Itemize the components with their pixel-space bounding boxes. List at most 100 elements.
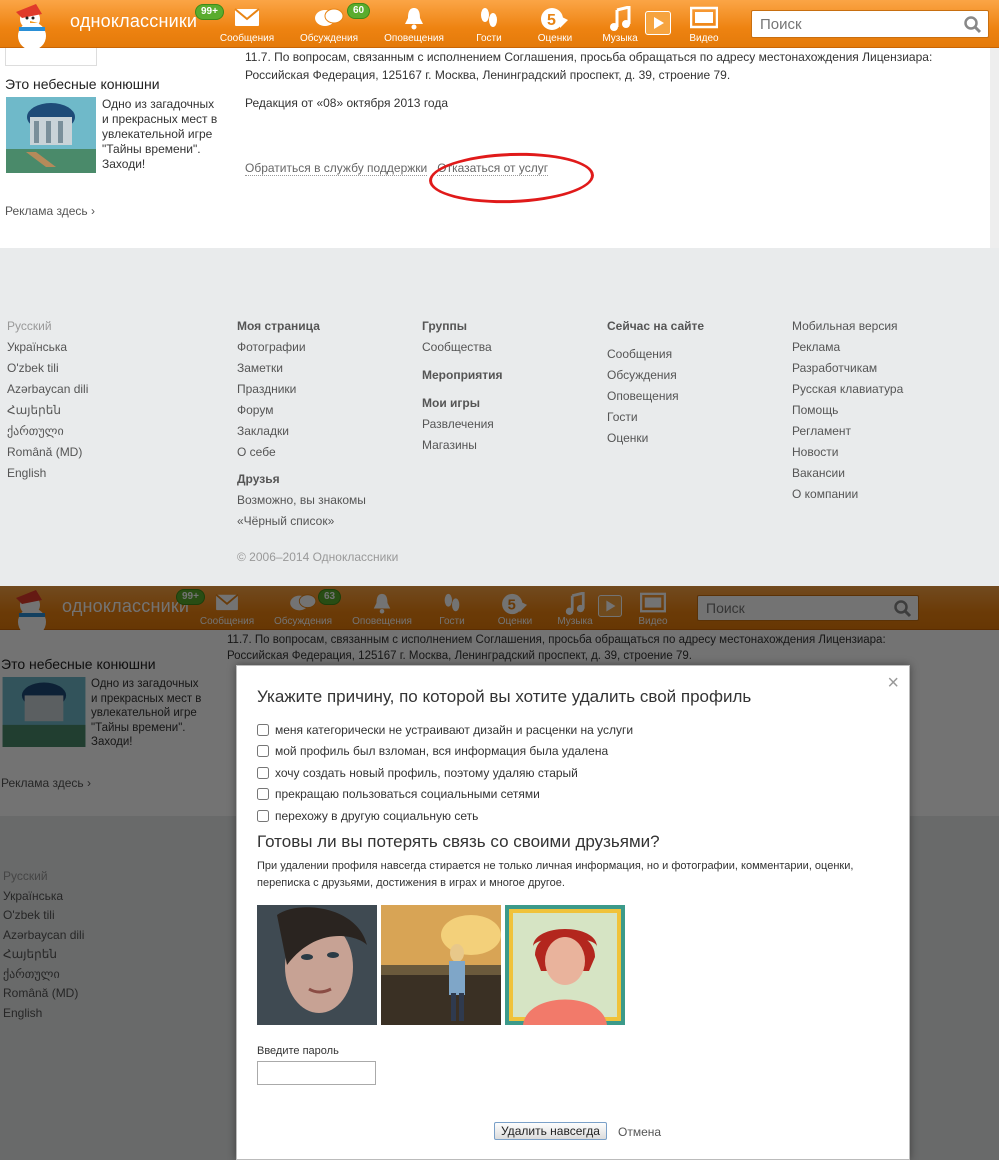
footer-link[interactable]: Обсуждения xyxy=(607,367,704,388)
footer-link[interactable]: Реклама xyxy=(792,339,903,360)
bell-icon xyxy=(405,8,423,30)
lang-item[interactable]: Azərbaycan dili xyxy=(7,381,88,402)
footer-link[interactable]: Оценки xyxy=(607,430,704,451)
nav-video[interactable]: Видео xyxy=(669,0,739,48)
lang-item[interactable]: Українська xyxy=(7,339,88,360)
footer-link[interactable]: Заметки xyxy=(237,360,366,381)
friend-photo[interactable] xyxy=(505,905,625,1025)
footer-heading[interactable]: Группы xyxy=(422,318,503,339)
reason-label: меня категорически не устраивают дизайн … xyxy=(275,722,634,737)
cancel-link[interactable]: Отмена xyxy=(618,1125,661,1139)
logo[interactable]: одноклассники 99+ xyxy=(0,0,224,48)
search-icon[interactable] xyxy=(964,16,982,34)
footer-link[interactable]: Праздники xyxy=(237,381,366,402)
reason-option[interactable]: прекращаю пользоваться социальными сетям… xyxy=(257,784,633,806)
nav-label: Музыка xyxy=(602,33,638,44)
footer-link[interactable]: Разработчикам xyxy=(792,360,903,381)
nav-messages[interactable]: Сообщения xyxy=(212,0,282,48)
friend-photos xyxy=(257,905,625,1025)
nav-label: Сообщения xyxy=(219,33,275,44)
reason-checkbox[interactable] xyxy=(257,788,269,801)
friends-question: Готовы ли вы потерять связь со своими др… xyxy=(257,832,660,851)
nav-guests[interactable]: Гости xyxy=(454,0,524,48)
nav-label: Обсуждения xyxy=(299,33,359,44)
footer-link[interactable]: Русская клавиатура xyxy=(792,381,903,402)
nav-label: Оповещения xyxy=(384,33,444,44)
footer-heading[interactable]: Мои игры xyxy=(422,395,503,416)
search-input[interactable] xyxy=(752,11,952,37)
footer-link[interactable]: «Чёрный список» xyxy=(237,513,366,534)
delete-profile-dialog: × Укажите причину, по которой вы хотите … xyxy=(236,665,910,1160)
lang-item[interactable]: O'zbek tili xyxy=(7,360,88,381)
footer-link[interactable]: Мобильная версия xyxy=(792,318,903,339)
envelope-icon xyxy=(234,8,260,26)
footer-heading[interactable]: Сейчас на сайте xyxy=(607,318,704,339)
lang-item[interactable]: Русский xyxy=(7,318,88,339)
delete-warning: При удалении профиля навсегда стирается … xyxy=(257,860,854,889)
lang-item[interactable]: English xyxy=(7,465,88,486)
reason-label: мой профиль был взломан, вся информация … xyxy=(275,744,609,759)
right-scroll-strip xyxy=(990,48,999,248)
nav-label: Гости xyxy=(476,33,502,44)
reason-option[interactable]: меня категорически не устраивают дизайн … xyxy=(257,719,633,741)
snowman-logo-icon xyxy=(16,4,46,48)
footer-misc: Мобильная версия Реклама Разработчикам Р… xyxy=(792,318,903,507)
footer-link[interactable]: Фотографии xyxy=(237,339,366,360)
delete-forever-button[interactable]: Удалить навсегда xyxy=(494,1122,607,1140)
brand-name: одноклассники xyxy=(70,11,198,31)
reason-list: меня категорически не устраивают дизайн … xyxy=(257,719,633,827)
play-icon[interactable] xyxy=(645,11,671,35)
reason-checkbox[interactable] xyxy=(257,766,269,779)
reason-option[interactable]: хочу создать новый профиль, поэтому удал… xyxy=(257,762,633,784)
nav-label: Оценки xyxy=(537,33,573,44)
support-link[interactable]: Обратиться в службу поддержки xyxy=(245,161,428,176)
footer-link[interactable]: Гости xyxy=(607,409,704,430)
footer-link[interactable]: О себе xyxy=(237,444,366,465)
footer-heading[interactable]: Друзья xyxy=(237,471,366,492)
footer-link[interactable]: Сообщества xyxy=(422,339,503,360)
footer-link[interactable]: Помощь xyxy=(792,402,903,423)
speech-bubbles-icon xyxy=(315,8,344,26)
close-icon[interactable]: × xyxy=(887,672,899,695)
search-box xyxy=(751,10,989,38)
ad-more-link[interactable]: Реклама здесь › xyxy=(5,204,95,218)
reason-checkbox[interactable] xyxy=(257,809,269,822)
footer-link[interactable]: Возможно, вы знакомы xyxy=(237,492,366,513)
edition-date: Редакция от «08» октября 2013 года xyxy=(245,96,449,110)
footer-heading[interactable]: Моя страница xyxy=(237,318,366,339)
lang-item[interactable]: Română (MD) xyxy=(7,444,88,465)
footer-link[interactable]: Магазины xyxy=(422,437,503,458)
footer-link[interactable]: Закладки xyxy=(237,423,366,444)
music-note-icon xyxy=(610,6,631,31)
footer-link[interactable]: Вакансии xyxy=(792,465,903,486)
ad-image-gazebo[interactable] xyxy=(6,97,96,173)
footer-link[interactable]: Сообщения xyxy=(607,346,704,367)
ad-title[interactable]: Это небесные конюшни xyxy=(5,76,160,92)
footer-link[interactable]: Регламент xyxy=(792,423,903,444)
footer-link[interactable]: О компании xyxy=(792,486,903,507)
friend-photo[interactable] xyxy=(257,905,377,1025)
nav-ratings[interactable]: 5 Оценки xyxy=(520,0,590,48)
footer-link[interactable]: Оповещения xyxy=(607,388,704,409)
reason-checkbox[interactable] xyxy=(257,745,269,758)
page-modal-view: одноклассники 99+ Сообщения Обсуждения 6… xyxy=(0,586,999,1160)
footer-link[interactable]: Форум xyxy=(237,402,366,423)
friend-photo[interactable] xyxy=(381,905,501,1025)
password-input[interactable] xyxy=(257,1061,376,1085)
footer-heading[interactable]: Мероприятия xyxy=(422,367,503,388)
footer-link[interactable]: Развлечения xyxy=(422,416,503,437)
main-content: 11.7. По вопросам, связанным с исполнени… xyxy=(230,48,990,248)
reason-checkbox[interactable] xyxy=(257,723,269,736)
lang-item[interactable]: ქართული xyxy=(7,423,88,444)
reason-option[interactable]: мой профиль был взломан, вся информация … xyxy=(257,741,633,763)
password-label: Введите пароль xyxy=(257,1045,339,1057)
lang-item[interactable]: Հայերեն xyxy=(7,402,88,423)
dialog-title: Укажите причину, по которой вы хотите уд… xyxy=(257,687,752,706)
nav-notifications[interactable]: Оповещения xyxy=(379,0,449,48)
footprints-icon xyxy=(481,8,497,27)
footer-link[interactable]: Новости xyxy=(792,444,903,465)
copyright: © 2006–2014 Одноклассники xyxy=(237,550,399,564)
reason-option[interactable]: перехожу в другую социальную сеть xyxy=(257,805,633,827)
left-column: Это небесные конюшни Одно из загадочных … xyxy=(0,48,230,248)
footer: Русский Українська O'zbek tili Azərbayca… xyxy=(0,248,999,586)
